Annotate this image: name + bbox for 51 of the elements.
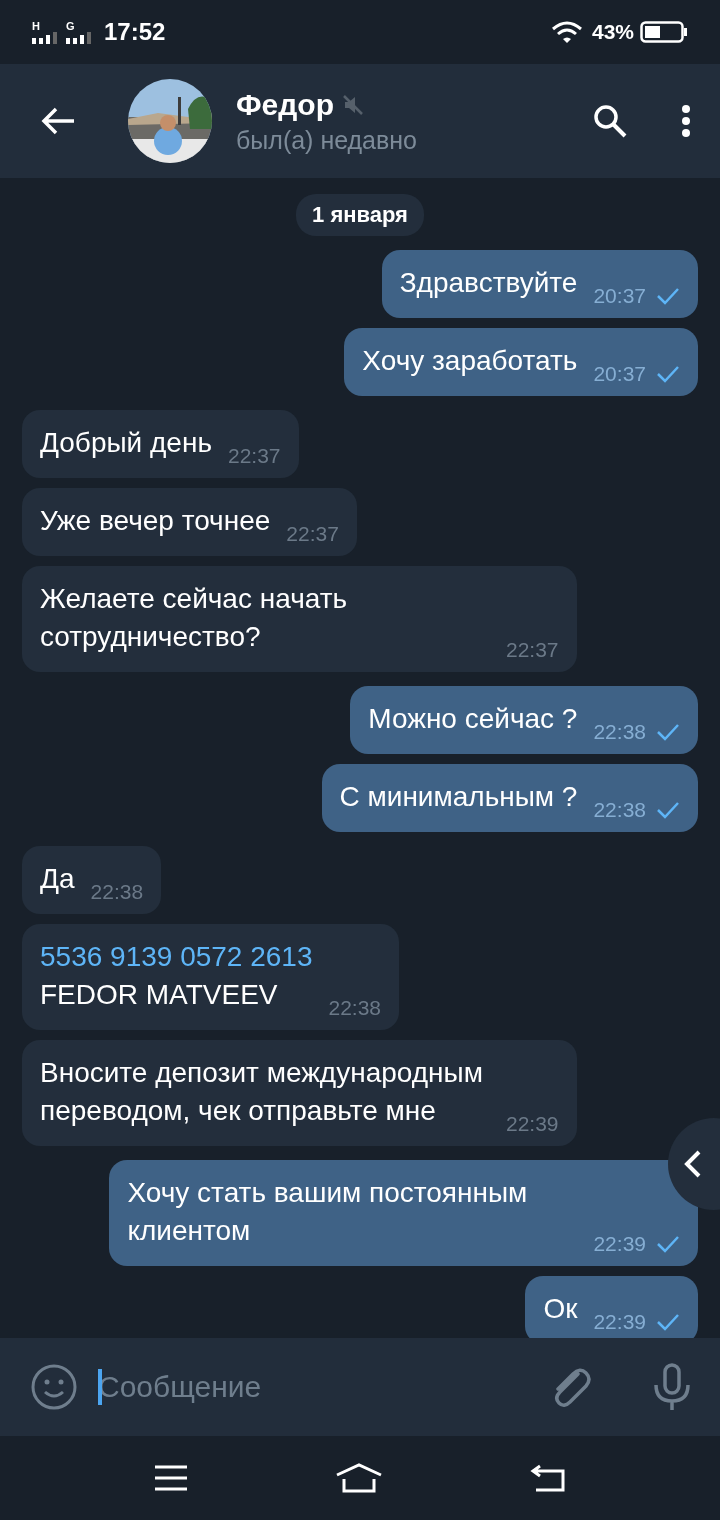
message-text: FEDOR MATVEEV bbox=[40, 978, 279, 1012]
message-text: Уже вечер точнее bbox=[40, 504, 271, 538]
message-text: Ок bbox=[543, 1292, 578, 1326]
message-time: 22:39 bbox=[593, 1310, 646, 1334]
message-time: 22:39 bbox=[593, 1232, 646, 1256]
check-icon bbox=[656, 365, 680, 383]
home-icon[interactable] bbox=[335, 1463, 383, 1493]
message-time: 22:37 bbox=[286, 522, 339, 546]
check-icon bbox=[656, 1235, 680, 1253]
more-icon bbox=[681, 104, 691, 138]
clock: 17:52 bbox=[104, 18, 166, 46]
network-type: G bbox=[66, 20, 75, 32]
message-time: 22:39 bbox=[506, 1112, 559, 1136]
message-text: Можно сейчас ? bbox=[368, 702, 578, 736]
menu-icon[interactable] bbox=[153, 1465, 188, 1491]
network-type: H bbox=[32, 20, 40, 32]
message-text: Да bbox=[40, 862, 75, 896]
date-chip: 1 января bbox=[296, 194, 424, 236]
emoji-icon[interactable] bbox=[30, 1363, 78, 1411]
back-icon[interactable] bbox=[530, 1464, 567, 1492]
message-time: 20:37 bbox=[593, 284, 646, 308]
last-seen: был(а) недавно bbox=[236, 125, 419, 155]
message-text: Хочу заработать bbox=[362, 344, 578, 378]
message-text: Добрый день bbox=[40, 426, 212, 460]
message-time: 20:37 bbox=[593, 362, 646, 386]
battery-percent: 43% bbox=[591, 20, 634, 44]
back-arrow-icon bbox=[40, 106, 76, 136]
message-text: Желаете сейчас начать сотрудничество? bbox=[40, 582, 349, 654]
check-icon bbox=[656, 287, 680, 305]
message-text: С минимальным ? bbox=[339, 780, 578, 814]
battery-icon bbox=[640, 21, 688, 43]
message-time: 22:38 bbox=[90, 880, 144, 904]
check-icon bbox=[656, 1313, 680, 1331]
check-icon bbox=[656, 801, 680, 819]
check-icon bbox=[656, 723, 680, 741]
message-time: 22:38 bbox=[593, 720, 646, 744]
wifi-icon bbox=[551, 21, 582, 43]
message-time: 22:38 bbox=[593, 798, 646, 822]
search-icon bbox=[592, 103, 628, 139]
contact-name: Федор bbox=[236, 87, 334, 122]
message-text: Вносите депозит международным переводом, чек отправьте мне bbox=[40, 1056, 484, 1128]
message-time: 22:38 bbox=[328, 996, 382, 1020]
signal-icon bbox=[66, 31, 94, 44]
message-text: Здравствуйте bbox=[399, 266, 578, 300]
message-time: 22:37 bbox=[506, 638, 559, 662]
microphone-icon[interactable] bbox=[652, 1363, 692, 1411]
message-time: 22:37 bbox=[227, 444, 281, 468]
signal-icon bbox=[32, 31, 60, 44]
chevron-left-icon bbox=[682, 1149, 702, 1179]
message-text: Хочу стать вашим постоянным клиентом bbox=[127, 1176, 529, 1248]
card-number-link[interactable]: 5536 9139 0572 2613 bbox=[40, 938, 313, 976]
